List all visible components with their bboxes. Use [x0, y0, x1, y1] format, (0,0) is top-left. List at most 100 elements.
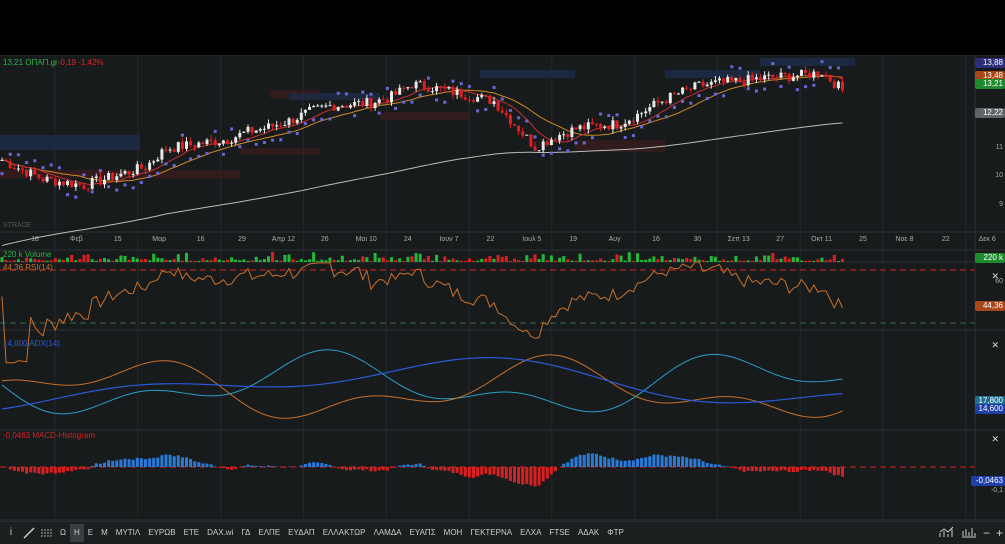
macd-bar	[476, 467, 479, 477]
macd-bar	[747, 467, 750, 471]
close-adx-icon[interactable]: ✕	[991, 340, 999, 351]
tab-13[interactable]: ΕΥΑΠΣ	[406, 524, 440, 542]
volume-bar	[177, 254, 180, 262]
volume-bar	[300, 259, 303, 262]
sar-dot	[575, 141, 578, 144]
macd-bar	[148, 458, 151, 467]
candle	[329, 105, 332, 106]
tab-3[interactable]: Μ	[97, 524, 112, 542]
volume-bar	[784, 257, 787, 262]
tab-19[interactable]: ΦΤΡ	[603, 524, 628, 542]
tab-10[interactable]: ΕΥΔΑΠ	[284, 524, 319, 542]
tab-18[interactable]: ΑΔΑΚ	[574, 524, 603, 542]
candle	[292, 118, 295, 123]
volume-bar	[230, 257, 233, 262]
macd-bar	[599, 456, 602, 467]
macd-bar	[652, 455, 655, 467]
sar-dot	[329, 117, 332, 120]
tab-16[interactable]: ΕΛΧΑ	[516, 524, 545, 542]
macd-bar	[529, 467, 532, 485]
candle	[804, 70, 807, 73]
macd-bar	[841, 467, 844, 477]
info-icon[interactable]: i	[2, 524, 20, 542]
tab-12[interactable]: ΛΑΜΔΑ	[369, 524, 405, 542]
tab-11[interactable]: ΕΛΛΑΚΤΩΡ	[319, 524, 370, 542]
tab-0[interactable]: Ω	[56, 524, 70, 542]
volume-bar	[529, 259, 532, 262]
candle	[493, 101, 496, 104]
macd-bar	[345, 467, 348, 470]
zoom-in-button[interactable]: +	[996, 526, 1003, 540]
tab-7[interactable]: DAX.wi	[203, 524, 237, 542]
candle	[460, 89, 463, 97]
candle	[689, 89, 692, 90]
macd-tag: -0,0463	[971, 476, 1005, 486]
macd-bar	[193, 461, 196, 467]
price-chart[interactable]	[0, 55, 1005, 521]
time-label: 16	[197, 236, 205, 243]
volume-bar	[21, 261, 24, 262]
macd-bar	[644, 457, 647, 467]
tab-4[interactable]: ΜΥΤΙΛ	[112, 524, 144, 542]
volume-bar	[54, 258, 57, 262]
macd-bar	[33, 467, 36, 473]
tab-6[interactable]: ΕΤΕ	[180, 524, 204, 542]
volume-bar	[386, 260, 389, 262]
candle	[644, 111, 647, 113]
volume-bar	[267, 256, 270, 262]
macd-bar	[83, 467, 86, 469]
sar-dot	[788, 66, 791, 69]
macd-bar	[693, 459, 696, 467]
candle	[755, 77, 758, 79]
macd-bar	[361, 467, 364, 470]
candle	[607, 127, 610, 130]
tab-9[interactable]: ΕΛΠΕ	[254, 524, 284, 542]
volume-bar	[361, 256, 364, 262]
macd-bar	[468, 467, 471, 477]
volume-bar	[222, 261, 225, 262]
macd-bar	[726, 466, 729, 467]
volume-bar	[185, 253, 188, 262]
zoom-out-button[interactable]: −	[983, 526, 990, 540]
volume-bar	[484, 258, 487, 262]
close-macd-icon[interactable]: ✕	[991, 434, 999, 445]
volume-bar	[513, 259, 516, 262]
volume-bar	[33, 259, 36, 262]
time-label: Δεκ 6	[979, 236, 996, 243]
volume-bar	[558, 258, 561, 262]
volume-bar	[595, 260, 598, 262]
price-axis-label: 10	[995, 172, 1003, 179]
volume-bar	[378, 258, 381, 262]
candle	[115, 176, 118, 180]
macd-bar	[165, 455, 168, 467]
indicators-icon[interactable]	[961, 526, 977, 541]
volume-bar	[324, 260, 327, 262]
sar-dot	[361, 91, 364, 94]
macd-bar	[402, 465, 405, 467]
sar-dot	[230, 127, 233, 130]
volume-bar	[152, 254, 155, 262]
candle	[87, 189, 90, 190]
candle	[185, 141, 188, 149]
tab-17[interactable]: FTSE	[545, 524, 573, 542]
tab-2[interactable]: Ε	[84, 524, 97, 542]
candle	[259, 129, 262, 131]
tab-5[interactable]: ΕΥΡΩΒ	[144, 524, 179, 542]
candle	[119, 174, 122, 177]
volume-bar	[91, 259, 94, 262]
tab-1[interactable]: Η	[70, 524, 84, 542]
candle	[534, 146, 537, 150]
tab-8[interactable]: ΓΔ	[237, 524, 254, 542]
sar-dot	[74, 196, 77, 199]
sar-dot	[140, 181, 143, 184]
candle	[398, 88, 401, 95]
macd-bar	[657, 455, 660, 467]
tab-15[interactable]: ΓΕΚΤΕΡΝΑ	[466, 524, 516, 542]
lines-icon[interactable]	[38, 524, 56, 542]
tab-14[interactable]: ΜΟΗ	[440, 524, 467, 542]
macd-bar	[54, 467, 57, 474]
draw-line-icon[interactable]	[20, 524, 38, 542]
candle	[333, 105, 336, 110]
volume-bar	[70, 255, 73, 262]
chart-type-icon[interactable]	[939, 526, 955, 541]
